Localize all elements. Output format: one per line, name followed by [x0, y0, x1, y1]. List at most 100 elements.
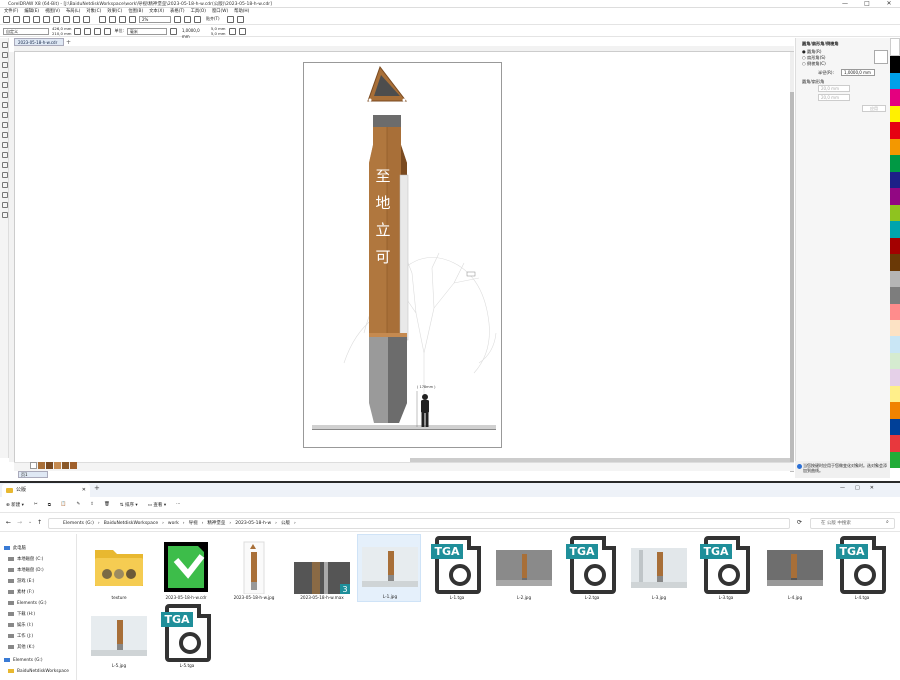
radius-field[interactable]: 1,0000,0 mm	[841, 69, 875, 76]
file-item-jpg[interactable]: 2023-05-18-h-w.jpg	[222, 536, 286, 604]
forward-icon[interactable]: →	[17, 519, 22, 526]
rectangle-tool-icon[interactable]	[2, 102, 8, 108]
breadcrumb-3[interactable]: 导视	[189, 519, 198, 528]
grid-icon[interactable]	[194, 16, 201, 23]
paper-type-select[interactable]: 自定义	[3, 27, 49, 35]
menu-view[interactable]: 视图(V)	[45, 8, 60, 15]
menu-table[interactable]: 表格(T)	[170, 8, 185, 15]
swatch-cyan[interactable]	[890, 72, 900, 90]
file-item-max[interactable]: 3 2023-05-18-h-w.max	[290, 536, 354, 604]
swatch-brown[interactable]	[62, 462, 69, 469]
file-item-l2-jpg[interactable]: L-2.jpg	[492, 536, 556, 604]
connector-tool-icon[interactable]	[2, 152, 8, 158]
breadcrumb-2[interactable]: work	[168, 519, 179, 528]
swatch-maroon[interactable]	[890, 237, 900, 255]
options-gear-icon[interactable]	[227, 16, 234, 23]
selection-handle[interactable]	[466, 271, 476, 277]
menu-tools[interactable]: 工具(O)	[191, 8, 206, 15]
file-item-l4-jpg[interactable]: L-4.jpg	[763, 536, 827, 604]
document-tab[interactable]: 2023-05-18-h-w.cdr	[14, 38, 64, 46]
maximize-button[interactable]: □	[856, 0, 878, 8]
explorer-maximize-button[interactable]: □	[855, 485, 860, 491]
swatch-lavender[interactable]	[890, 369, 900, 386]
menu-bitmaps[interactable]: 位图(B)	[128, 8, 143, 15]
snap-to-dropdown[interactable]: 贴齐(T)	[204, 16, 224, 23]
nav-item-c[interactable]: 本地磁盘 (C:)	[8, 555, 43, 565]
publish-pdf-icon[interactable]	[119, 16, 126, 23]
add-tab-button[interactable]: +	[66, 39, 71, 46]
swatch-copper[interactable]	[70, 462, 77, 469]
page-tab[interactable]: 页1	[18, 471, 48, 478]
add-tool-icon[interactable]	[2, 212, 8, 218]
swatch-wood-light[interactable]	[54, 462, 61, 469]
launch-icon[interactable]	[237, 16, 244, 23]
import-icon[interactable]	[99, 16, 106, 23]
sort-button[interactable]: ⇅ 排序 ▾	[120, 502, 138, 508]
drop-shadow-icon[interactable]	[2, 162, 8, 168]
copy-icon[interactable]: ⧉	[48, 502, 51, 508]
breadcrumb-5[interactable]: 2023-05-18-h-w	[235, 519, 271, 528]
swatch-lemon[interactable]	[890, 385, 900, 403]
nav-item-h[interactable]: 下载 (H:)	[8, 610, 35, 620]
ellipse-tool-icon[interactable]	[2, 112, 8, 118]
nudge-distance-field[interactable]: 1,0000,0 mm	[179, 27, 208, 39]
page-frame-icon[interactable]	[238, 27, 246, 35]
share-icon[interactable]: ⇪	[90, 502, 94, 507]
address-bar[interactable]: Elements (G:) › BaiduNetdiskWorkspace › wo…	[48, 518, 790, 529]
swatch-gray-dark[interactable]	[890, 287, 900, 304]
menu-object[interactable]: 对象(C)	[86, 8, 101, 15]
breadcrumb-4[interactable]: 精神堡垒	[207, 519, 225, 528]
units-select[interactable]: 毫米	[126, 27, 167, 35]
nav-item-e[interactable]: 游戏 (E:)	[8, 577, 34, 587]
swatch-crimson[interactable]	[890, 435, 900, 452]
menu-text[interactable]: 文本(X)	[149, 8, 164, 15]
nav-item-baidu[interactable]: BaiduNetdiskWorkspace	[8, 667, 69, 677]
copy-icon[interactable]	[53, 16, 60, 23]
export-icon[interactable]	[109, 16, 116, 23]
menu-help[interactable]: 帮助(H)	[234, 8, 249, 15]
eyedropper-icon[interactable]	[2, 182, 8, 188]
rulers-icon[interactable]	[184, 16, 191, 23]
file-item-l3-jpg[interactable]: L-3.jpg	[627, 536, 691, 604]
nav-item-j[interactable]: 工作 (J:)	[8, 632, 33, 642]
nav-item-f[interactable]: 素材 (F:)	[8, 588, 34, 598]
swatch-black[interactable]	[890, 56, 900, 73]
file-item-l1-tga[interactable]: TGA L-1.tga	[425, 536, 489, 604]
explorer-tab[interactable]: 公版 ✕	[2, 484, 90, 497]
paste-icon[interactable]: 📋	[61, 502, 67, 507]
undo-icon[interactable]	[73, 16, 80, 23]
close-button[interactable]: ✕	[878, 0, 900, 8]
swatch-purple[interactable]	[890, 188, 900, 205]
shape-tool-icon[interactable]	[2, 52, 8, 58]
swatch-orange[interactable]	[890, 138, 900, 156]
swatch-teal[interactable]	[890, 221, 900, 238]
vertical-scrollbar[interactable]	[790, 52, 794, 472]
swatch-pink[interactable]	[890, 303, 900, 320]
file-item-cdr[interactable]: 2023-05-18-h-w.cdr	[154, 536, 218, 604]
nav-item-i[interactable]: 娱乐 (I:)	[8, 621, 33, 631]
swatch-wood-dark[interactable]	[46, 462, 53, 469]
nav-item-this-pc[interactable]: 此电脑	[4, 544, 26, 554]
nav-item-g[interactable]: Elements (G:)	[8, 599, 47, 609]
file-item-l5-jpg[interactable]: L-5.jpg	[87, 604, 151, 672]
portrait-icon[interactable]	[74, 27, 82, 35]
swatch-blue[interactable]	[890, 171, 900, 189]
pane-divider[interactable]	[76, 534, 77, 680]
explorer-minimize-button[interactable]: —	[840, 485, 845, 491]
vertical-scroll-thumb[interactable]	[790, 92, 794, 472]
nav-item-k[interactable]: 其他 (K:)	[8, 643, 35, 653]
file-item-texture[interactable]: texture	[87, 536, 151, 604]
cut-icon[interactable]: ✂	[34, 502, 38, 507]
swatch-sky[interactable]	[890, 336, 900, 353]
cut-icon[interactable]	[43, 16, 50, 23]
open-icon[interactable]	[13, 16, 20, 23]
back-icon[interactable]: ←	[6, 519, 11, 526]
save-icon[interactable]	[23, 16, 30, 23]
swatch-magenta[interactable]	[890, 89, 900, 106]
smart-fill-icon[interactable]	[2, 202, 8, 208]
polygon-tool-icon[interactable]	[2, 122, 8, 128]
more-button[interactable]: ···	[176, 502, 180, 507]
breadcrumb-0[interactable]: Elements (G:)	[63, 519, 94, 528]
new-button[interactable]: ⊕ 新建 ▾	[6, 502, 24, 508]
drawing-page[interactable]: 至 地 立 可 ( 178mm )	[303, 62, 502, 448]
